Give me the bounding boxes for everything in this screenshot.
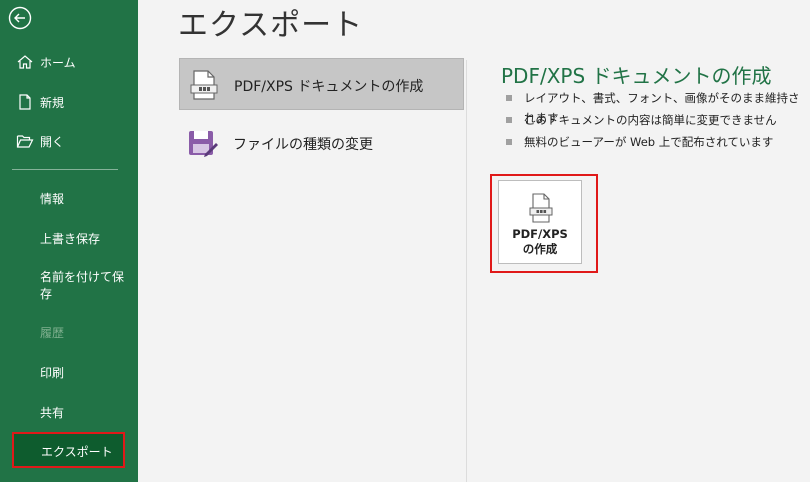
page-title: エクスポート: [178, 8, 364, 43]
home-icon: [17, 55, 33, 69]
change-file-type-icon: [189, 131, 218, 157]
bullet-text: 無料のビューアーが Web 上で配布されています: [524, 135, 774, 149]
panel-divider: [466, 60, 467, 482]
sidebar-item-save[interactable]: 上書き保存: [0, 220, 138, 256]
list-item: 無料のビューアーが Web 上で配布されています: [506, 132, 810, 154]
detail-title: PDF/XPS ドキュメントの作成: [501, 64, 772, 88]
back-button[interactable]: [8, 6, 32, 30]
back-arrow-icon: [8, 6, 32, 30]
sidebar-item-save-as[interactable]: 名前を付けて保存: [0, 266, 138, 310]
pdf-document-icon: [190, 70, 218, 100]
new-document-icon: [19, 94, 31, 110]
sidebar-item-label: 情報: [40, 191, 65, 206]
sidebar-item-open[interactable]: 開く: [0, 123, 138, 159]
create-button-line2: の作成: [522, 242, 558, 256]
option-label: ファイルの種類の変更: [233, 137, 373, 153]
feature-list: レイアウト、書式、フォント、画像がそのまま維持されます このドキュメントの内容は…: [506, 88, 810, 154]
bullet-icon: [506, 95, 512, 101]
create-pdf-xps-button[interactable]: PDF/XPS の作成: [498, 180, 582, 264]
bullet-icon: [506, 117, 512, 123]
list-item: このドキュメントの内容は簡単に変更できません: [506, 110, 810, 132]
sidebar-item-export[interactable]: エクスポート: [12, 432, 125, 468]
sidebar-item-print[interactable]: 印刷: [0, 354, 138, 390]
sidebar-item-label: 新規: [40, 95, 65, 110]
option-create-pdf-xps[interactable]: PDF/XPS ドキュメントの作成: [179, 58, 464, 110]
bullet-text: このドキュメントの内容は簡単に変更できません: [524, 113, 777, 127]
sidebar-item-label: 上書き保存: [40, 231, 101, 246]
create-button-label: PDF/XPS の作成: [499, 227, 581, 257]
sidebar-item-label: 開く: [40, 134, 65, 149]
backstage-sidebar: ホーム 新規 開く 情報 上書き保存 名前を付けて保存 履歴 印刷 共有 エクス…: [0, 0, 138, 482]
sidebar-item-label: エクスポート: [41, 445, 113, 459]
create-button-line1: PDF/XPS: [512, 227, 568, 241]
option-label: PDF/XPS ドキュメントの作成: [234, 79, 424, 95]
sidebar-item-label: 共有: [40, 405, 65, 420]
list-item: レイアウト、書式、フォント、画像がそのまま維持されます: [506, 88, 810, 125]
sidebar-item-home[interactable]: ホーム: [0, 44, 138, 80]
sidebar-item-history: 履歴: [0, 314, 138, 350]
sidebar-item-label: 名前を付けて保存: [40, 270, 125, 301]
sidebar-item-new[interactable]: 新規: [0, 84, 138, 120]
open-folder-icon: [16, 135, 34, 148]
sidebar-item-info[interactable]: 情報: [0, 180, 138, 216]
pdf-document-icon: [529, 193, 553, 223]
option-change-file-type[interactable]: ファイルの種類の変更: [179, 117, 464, 169]
sidebar-item-label: ホーム: [40, 55, 76, 70]
sidebar-item-share[interactable]: 共有: [0, 394, 138, 430]
sidebar-item-label: 印刷: [40, 365, 65, 380]
sidebar-item-label: 履歴: [40, 325, 65, 340]
bullet-icon: [506, 139, 512, 145]
sidebar-divider: [12, 169, 118, 170]
